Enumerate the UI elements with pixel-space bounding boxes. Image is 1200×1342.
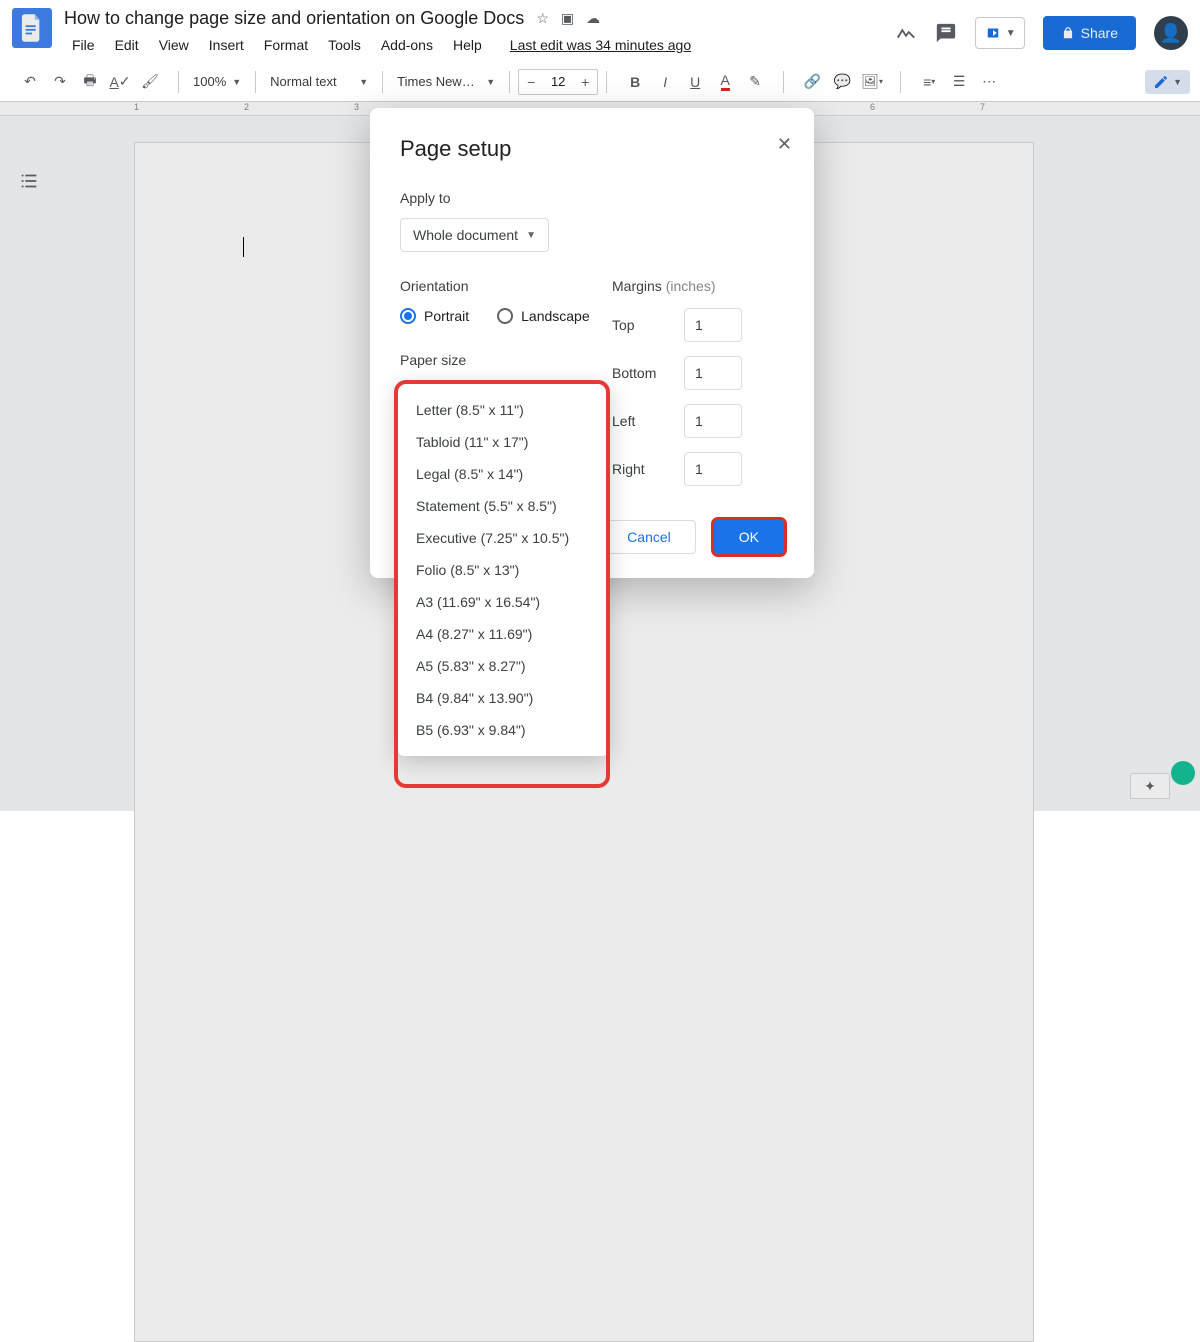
radio-icon [400,308,416,324]
apply-to-label: Apply to [400,190,784,206]
margins-label: Margins [612,278,662,294]
paper-size-option[interactable]: Folio (8.5" x 13") [398,554,608,586]
margin-top-input[interactable] [684,308,742,342]
paper-size-menu: Letter (8.5" x 11") Tabloid (11" x 17") … [398,384,608,756]
orientation-landscape-radio[interactable]: Landscape [497,308,590,324]
margin-top-label: Top [612,317,672,333]
radio-icon [497,308,513,324]
cancel-button[interactable]: Cancel [602,520,696,554]
margin-bottom-label: Bottom [612,365,672,381]
chevron-down-icon: ▼ [526,230,536,241]
paper-size-option[interactable]: Executive (7.25" x 10.5") [398,522,608,554]
paper-size-label: Paper size [400,352,572,368]
paper-size-option[interactable]: A3 (11.69" x 16.54") [398,586,608,618]
margin-left-label: Left [612,413,672,429]
margin-right-input[interactable] [684,452,742,486]
dialog-title: Page setup [400,136,784,162]
paper-size-option[interactable]: B5 (6.93" x 9.84") [398,714,608,746]
orientation-portrait-radio[interactable]: Portrait [400,308,469,324]
close-button[interactable]: ✕ [777,134,792,155]
orientation-label: Orientation [400,278,572,294]
margins-unit: (inches) [666,278,716,294]
paper-size-option[interactable]: Statement (5.5" x 8.5") [398,490,608,522]
portrait-label: Portrait [424,308,469,324]
landscape-label: Landscape [521,308,590,324]
apply-to-value: Whole document [413,227,518,243]
paper-size-option[interactable]: Tabloid (11" x 17") [398,426,608,458]
paper-size-option[interactable]: A5 (5.83" x 8.27") [398,650,608,682]
paper-size-option[interactable]: B4 (9.84" x 13.90") [398,682,608,714]
paper-size-option[interactable]: Legal (8.5" x 14") [398,458,608,490]
ok-button[interactable]: OK [714,520,784,554]
apply-to-select[interactable]: Whole document ▼ [400,218,549,252]
margin-left-input[interactable] [684,404,742,438]
paper-size-option[interactable]: A4 (8.27" x 11.69") [398,618,608,650]
margin-right-label: Right [612,461,672,477]
paper-size-option[interactable]: Letter (8.5" x 11") [398,394,608,426]
margin-bottom-input[interactable] [684,356,742,390]
